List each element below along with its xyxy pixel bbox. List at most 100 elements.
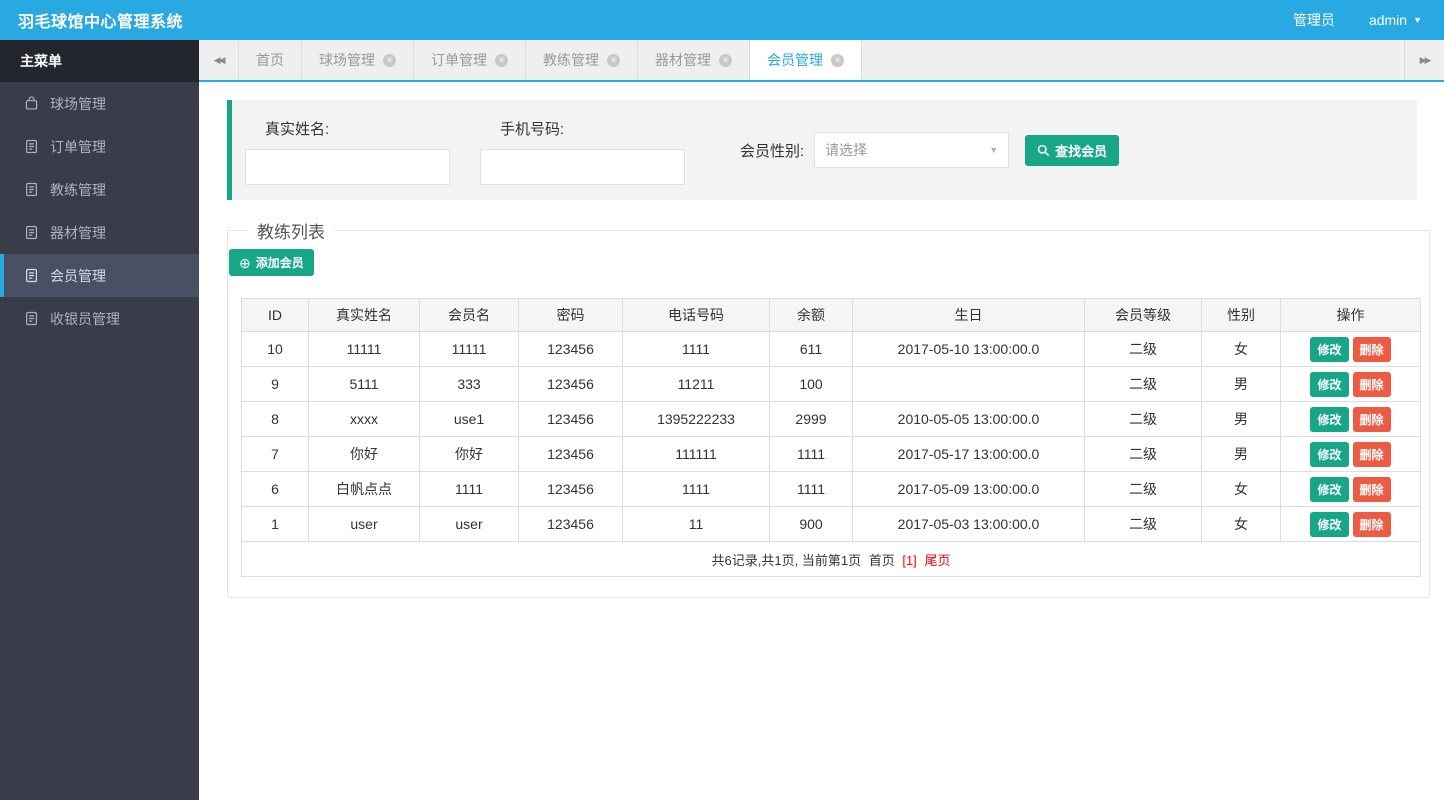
search-button-label: 查找会员: [1055, 141, 1107, 160]
column-header: 真实姓名: [309, 299, 420, 332]
cell-real_name: 白帆点点: [309, 472, 420, 507]
cell-phone: 1111: [623, 472, 770, 507]
cell-gender: 男: [1202, 437, 1281, 472]
search-icon: [1037, 144, 1050, 157]
pagination-current-page[interactable]: [1]: [902, 553, 916, 568]
sidebar-item-0[interactable]: 球场管理: [0, 82, 199, 125]
edit-button[interactable]: 修改: [1310, 512, 1348, 537]
main-content: 真实姓名: 手机号码: 会员性别: 请选择 ▼ 查找会员 教练列表 ⊕: [199, 82, 1444, 800]
sidebar-item-label: 球场管理: [50, 94, 106, 114]
cell-member_name: use1: [420, 402, 519, 437]
real-name-label: 真实姓名:: [265, 118, 450, 139]
tab-label: 会员管理: [767, 50, 823, 70]
delete-button[interactable]: 删除: [1353, 442, 1391, 467]
edit-button[interactable]: 修改: [1310, 407, 1348, 432]
doc-icon: [24, 225, 39, 240]
table-row: 9511133312345611211100二级男修改删除: [242, 367, 1421, 402]
cell-level: 二级: [1085, 507, 1202, 542]
tab-label: 教练管理: [543, 50, 599, 70]
cell-id: 7: [242, 437, 309, 472]
cell-real_name: 你好: [309, 437, 420, 472]
phone-input[interactable]: [480, 149, 685, 185]
tab-label: 器材管理: [655, 50, 711, 70]
sidebar-item-5[interactable]: 收银员管理: [0, 297, 199, 340]
app-title: 羽毛球馆中心管理系统: [0, 8, 183, 32]
cell-balance: 611: [770, 332, 853, 367]
delete-button[interactable]: 删除: [1353, 407, 1391, 432]
phone-group: 手机号码:: [480, 100, 685, 185]
real-name-input[interactable]: [245, 149, 450, 185]
edit-button[interactable]: 修改: [1310, 477, 1348, 502]
gender-group: 会员性别: 请选择 ▼ 查找会员: [740, 132, 1119, 168]
cell-gender: 男: [1202, 367, 1281, 402]
close-icon[interactable]: ×: [495, 54, 508, 67]
cell-actions: 修改删除: [1281, 402, 1421, 437]
close-icon[interactable]: ×: [831, 54, 844, 67]
cell-member_name: user: [420, 507, 519, 542]
sidebar-item-3[interactable]: 器材管理: [0, 211, 199, 254]
cell-balance: 100: [770, 367, 853, 402]
sidebar-item-label: 订单管理: [50, 137, 106, 157]
sidebar-header: 主菜单: [0, 40, 199, 82]
cell-level: 二级: [1085, 367, 1202, 402]
cell-birthday: 2017-05-03 13:00:00.0: [853, 507, 1085, 542]
pagination-first-link[interactable]: 首页: [869, 553, 895, 568]
tab-1[interactable]: 球场管理×: [302, 40, 414, 80]
cell-gender: 女: [1202, 472, 1281, 507]
close-icon[interactable]: ×: [719, 54, 732, 67]
sidebar: 主菜单 球场管理订单管理教练管理器材管理会员管理收银员管理: [0, 40, 199, 800]
cell-actions: 修改删除: [1281, 507, 1421, 542]
cell-member_name: 333: [420, 367, 519, 402]
tab-label: 订单管理: [431, 50, 487, 70]
pagination-row: 共6记录,共1页, 当前第1页 首页 [1] 尾页: [242, 542, 1421, 577]
cell-gender: 女: [1202, 507, 1281, 542]
cell-password: 123456: [519, 332, 623, 367]
sidebar-item-4[interactable]: 会员管理: [0, 254, 199, 297]
sidebar-item-label: 收银员管理: [50, 309, 120, 329]
column-header: 会员名: [420, 299, 519, 332]
cell-phone: 1395222233: [623, 402, 770, 437]
coach-list-panel: 教练列表 ⊕ 添加会员 ID真实姓名会员名密码电话号码余额生日会员等级性别操作 …: [227, 218, 1430, 598]
sidebar-item-1[interactable]: 订单管理: [0, 125, 199, 168]
column-header: 密码: [519, 299, 623, 332]
column-header: 操作: [1281, 299, 1421, 332]
role-link[interactable]: 管理员: [1293, 10, 1335, 30]
edit-button[interactable]: 修改: [1310, 337, 1348, 362]
gender-select-value: 请选择: [825, 140, 867, 160]
user-menu[interactable]: admin ▼: [1369, 12, 1422, 28]
search-member-button[interactable]: 查找会员: [1025, 135, 1119, 166]
delete-button[interactable]: 删除: [1353, 337, 1391, 362]
gender-select[interactable]: 请选择 ▼: [814, 132, 1009, 168]
tabs-scroll-left-icon[interactable]: ◀◀: [199, 40, 239, 80]
cell-phone: 111111: [623, 437, 770, 472]
close-icon[interactable]: ×: [383, 54, 396, 67]
column-header: 生日: [853, 299, 1085, 332]
tab-4[interactable]: 器材管理 ×: [638, 40, 750, 80]
edit-button[interactable]: 修改: [1310, 372, 1348, 397]
tab-3[interactable]: 教练管理 ×: [526, 40, 638, 80]
cell-real_name: 5111: [309, 367, 420, 402]
tabs-scroll-right-icon[interactable]: ▶▶: [1404, 40, 1444, 80]
real-name-group: 真实姓名:: [245, 100, 450, 185]
cell-birthday: 2010-05-05 13:00:00.0: [853, 402, 1085, 437]
edit-button[interactable]: 修改: [1310, 442, 1348, 467]
tab-2[interactable]: 订单管理 ×: [414, 40, 526, 80]
pagination-last-link[interactable]: 尾页: [924, 553, 950, 568]
pagination: 共6记录,共1页, 当前第1页 首页 [1] 尾页: [242, 542, 1421, 577]
tab-5[interactable]: 会员管理 ×: [750, 40, 862, 80]
cell-birthday: 2017-05-09 13:00:00.0: [853, 472, 1085, 507]
delete-button[interactable]: 删除: [1353, 477, 1391, 502]
close-icon[interactable]: ×: [607, 54, 620, 67]
sidebar-item-2[interactable]: 教练管理: [0, 168, 199, 211]
column-header: 电话号码: [623, 299, 770, 332]
add-member-button[interactable]: ⊕ 添加会员: [229, 249, 314, 276]
topbar: 羽毛球馆中心管理系统 管理员 admin ▼: [0, 0, 1444, 40]
tab-0[interactable]: 首页: [239, 40, 302, 80]
tab-label: 首页: [256, 50, 284, 70]
delete-button[interactable]: 删除: [1353, 512, 1391, 537]
cell-password: 123456: [519, 472, 623, 507]
delete-button[interactable]: 删除: [1353, 372, 1391, 397]
column-header: 性别: [1202, 299, 1281, 332]
cell-balance: 900: [770, 507, 853, 542]
cell-id: 9: [242, 367, 309, 402]
